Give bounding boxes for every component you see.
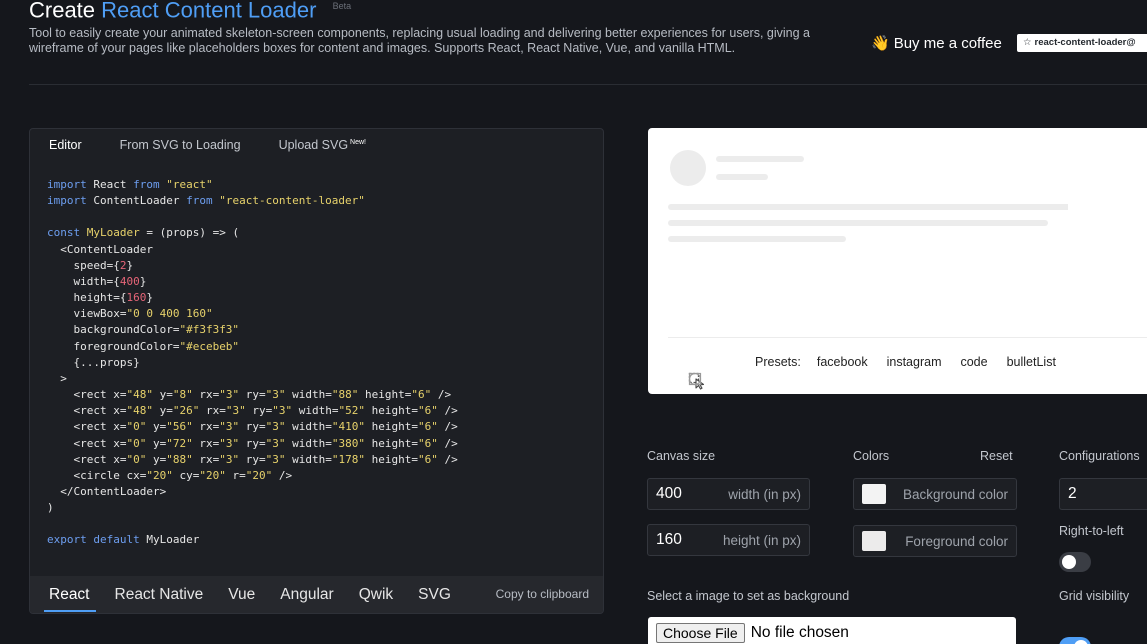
- preview-toolbar: Presets: facebook instagram code bulletL…: [668, 352, 1075, 390]
- foreground-color-swatch: [862, 531, 886, 551]
- reset-button[interactable]: Reset: [980, 449, 1013, 463]
- github-star-button[interactable]: ☆ react-content-loader@: [1017, 34, 1147, 52]
- lang-tab-angular[interactable]: Angular: [280, 576, 333, 613]
- preview-divider: [668, 337, 1147, 338]
- rtl-toggle-knob: [1062, 555, 1076, 569]
- width-input[interactable]: 400 width (in px): [647, 478, 810, 510]
- file-status: No file chosen: [750, 624, 849, 641]
- tab-upload-svg-label: Upload SVG: [278, 138, 349, 152]
- height-input[interactable]: 160 height (in px): [647, 524, 810, 556]
- canvas-size-label: Canvas size: [647, 449, 716, 463]
- tab-editor[interactable]: Editor: [49, 138, 82, 152]
- height-unit: height (in px): [722, 532, 801, 548]
- foreground-color-label: Foreground color: [905, 533, 1008, 549]
- preset-facebook[interactable]: facebook: [817, 355, 868, 369]
- new-badge: New!: [350, 138, 366, 146]
- circle-tool-icon[interactable]: [688, 352, 738, 386]
- coffee-label: Buy me a coffee: [893, 35, 1002, 52]
- foreground-color-picker[interactable]: Foreground color: [853, 525, 1017, 557]
- copy-to-clipboard-button[interactable]: Copy to clipboard: [496, 587, 589, 601]
- rtl-toggle[interactable]: [1059, 552, 1091, 572]
- waving-hand-icon: 👋: [871, 35, 890, 52]
- width-value: 400: [656, 485, 682, 502]
- speed-value: 2: [1068, 485, 1077, 502]
- preset-bullet-list[interactable]: bulletList: [1007, 355, 1056, 369]
- lang-tab-svg[interactable]: SVG: [418, 576, 451, 613]
- page-title-accent: React Content Loader: [101, 0, 317, 23]
- choose-file-button[interactable]: Choose File: [656, 623, 745, 643]
- page-description: Tool to easily create your animated skel…: [29, 26, 810, 55]
- background-image-file-input[interactable]: Choose File No file chosen: [648, 617, 1016, 644]
- width-unit: width (in px): [728, 486, 801, 502]
- tab-svg-to-loading[interactable]: From SVG to Loading: [120, 138, 241, 152]
- background-color-label: Background color: [902, 486, 1008, 502]
- select-tool-icon[interactable]: [668, 352, 705, 390]
- skeleton-rect: [716, 174, 768, 180]
- grid-visibility-label: Grid visibility: [1059, 589, 1130, 603]
- lang-tab-qwik[interactable]: Qwik: [359, 576, 393, 613]
- grid-visibility-toggle[interactable]: [1059, 637, 1091, 644]
- skeleton-rect: [668, 220, 1048, 226]
- rectangle-tool-icon[interactable]: [688, 352, 713, 386]
- background-color-picker[interactable]: Background color: [853, 478, 1017, 510]
- beta-badge: Beta: [332, 1, 352, 11]
- presets-label: Presets:: [755, 355, 801, 369]
- tab-svg-to-loading-label: From SVG to Loading: [119, 138, 241, 152]
- editor-tabs: Editor From SVG to Loading Upload SVG New…: [30, 129, 603, 161]
- background-color-swatch: [862, 484, 886, 504]
- page-title-prefix: Create: [29, 0, 96, 23]
- speed-input[interactable]: 2: [1059, 478, 1147, 510]
- preset-instagram[interactable]: instagram: [887, 355, 942, 369]
- configurations-label: Configurations: [1059, 449, 1140, 463]
- colors-label: Colors: [853, 449, 890, 463]
- grid-toggle-knob: [1074, 640, 1088, 644]
- skeleton-circle: [670, 150, 706, 186]
- page-title: Create React Content Loader Beta: [29, 0, 351, 24]
- tab-editor-label: Editor: [49, 138, 82, 152]
- skeleton-rect: [668, 204, 1068, 210]
- lang-tab-vue[interactable]: Vue: [228, 576, 255, 613]
- background-image-label: Select a image to set as background: [647, 589, 850, 603]
- skeleton-rect: [716, 156, 804, 162]
- header-divider: [29, 84, 1147, 85]
- skeleton-rect: [668, 236, 846, 242]
- code-editor-panel: Editor From SVG to Loading Upload SVG New…: [29, 128, 604, 614]
- star-icon: ☆: [1023, 37, 1032, 48]
- rtl-label: Right-to-left: [1059, 524, 1124, 538]
- height-value: 160: [656, 531, 682, 548]
- star-label: react-content-loader@: [1034, 37, 1136, 48]
- preset-code[interactable]: code: [960, 355, 987, 369]
- code-textarea[interactable]: import React from "react" import Content…: [47, 177, 458, 549]
- skeleton-preview[interactable]: [668, 148, 1068, 308]
- lang-tab-react[interactable]: React: [44, 576, 95, 613]
- buy-me-a-coffee-link[interactable]: 👋 Buy me a coffee: [871, 34, 1002, 52]
- preview-canvas: Presets: facebook instagram code bulletL…: [648, 128, 1147, 394]
- lang-tab-react-native[interactable]: React Native: [115, 576, 204, 613]
- tab-upload-svg[interactable]: Upload SVG New!: [279, 138, 366, 152]
- language-tabs: React React Native Vue Angular Qwik SVG …: [30, 576, 603, 613]
